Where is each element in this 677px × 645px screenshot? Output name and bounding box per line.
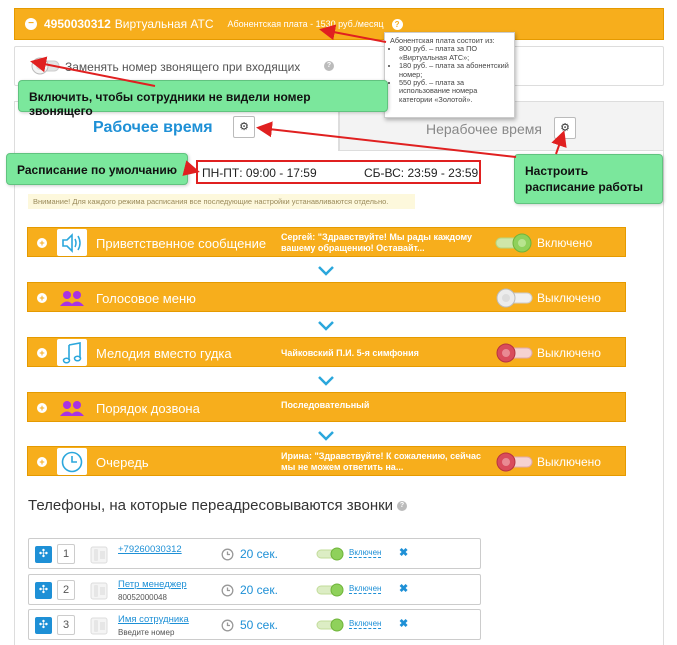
move-icon[interactable]: ✣ bbox=[35, 617, 52, 634]
phone-number: 80052000048 bbox=[118, 593, 167, 602]
option-title: Приветственное сообщение bbox=[96, 236, 267, 251]
hide-caller-toggle[interactable] bbox=[31, 57, 61, 78]
annotation-hide-number: Включить, чтобы сотрудники не видели ном… bbox=[18, 80, 388, 118]
users-icon bbox=[57, 394, 87, 421]
phone-name-link[interactable]: +79260030312 bbox=[118, 544, 182, 555]
timeout-clock-icon bbox=[221, 548, 234, 564]
option-voice-menu[interactable]: + Голосовое меню Выключено bbox=[27, 282, 626, 312]
users-icon bbox=[57, 284, 87, 311]
move-icon[interactable]: ✣ bbox=[35, 582, 52, 599]
phone-row: ✣ 2 Петр менеджер 80052000048 20 сек. Вк… bbox=[28, 574, 481, 605]
tab-work-time-label: Рабочее время bbox=[93, 119, 213, 136]
delete-icon[interactable]: ✖ bbox=[399, 617, 408, 630]
expand-icon[interactable]: + bbox=[37, 403, 47, 413]
chevron-down-icon bbox=[318, 321, 334, 331]
phone-name-link[interactable]: Имя сотрудника bbox=[118, 614, 189, 625]
service-name: Виртуальная АТС bbox=[114, 17, 214, 31]
chevron-down-icon bbox=[318, 376, 334, 386]
option-state: Выключено bbox=[537, 455, 601, 469]
service-number: 4950030312 bbox=[44, 17, 111, 31]
order-number[interactable]: 1 bbox=[57, 544, 75, 564]
option-toggle[interactable] bbox=[494, 288, 534, 311]
move-icon[interactable]: ✣ bbox=[35, 546, 52, 563]
phone-row: ✣ 3 Имя сотрудника Введите номер 50 сек.… bbox=[28, 609, 481, 640]
delete-icon[interactable]: ✖ bbox=[399, 546, 408, 559]
option-toggle[interactable] bbox=[494, 343, 534, 366]
option-title: Порядок дозвона bbox=[96, 401, 200, 416]
collapse-icon[interactable]: − bbox=[25, 18, 37, 30]
option-desc: Последовательный bbox=[281, 400, 370, 410]
phone-state[interactable]: Включен bbox=[349, 548, 382, 558]
service-header[interactable]: − 4950030312 Виртуальная АТС Абонентская… bbox=[14, 8, 664, 40]
hide-caller-label: Заменять номер звонящего при входящих bbox=[65, 60, 301, 74]
phone-row: ✣ 1 +79260030312 20 сек. Включен ✖ bbox=[28, 538, 481, 569]
music-note-icon bbox=[57, 339, 87, 366]
hide-caller-help-icon[interactable]: ? bbox=[324, 61, 334, 71]
timeout-clock-icon bbox=[221, 619, 234, 635]
tooltip-item: 180 руб. – плата за абонентский номер; bbox=[399, 62, 509, 79]
expand-icon[interactable]: + bbox=[37, 457, 47, 467]
option-desc: Чайковский П.И. 5-я симфония bbox=[281, 348, 419, 358]
option-state: Включено bbox=[537, 236, 593, 250]
option-desc: Сергей: "Здравствуйте! Мы рады каждому в… bbox=[281, 232, 472, 253]
annotation-default-schedule: Расписание по умолчанию bbox=[6, 153, 188, 185]
schedule-weekend: СБ-ВС: 23:59 - 23:59 bbox=[364, 166, 479, 180]
expand-icon[interactable]: + bbox=[37, 293, 47, 303]
clock-icon bbox=[57, 448, 87, 475]
phones-help-icon[interactable]: ? bbox=[397, 501, 408, 512]
schedule-summary: ПН-ПТ: 09:00 - 17:59 СБ-ВС: 23:59 - 23:5… bbox=[196, 160, 481, 184]
timeout-value[interactable]: 20 сек. bbox=[240, 583, 278, 597]
phone-state[interactable]: Включен bbox=[349, 584, 382, 594]
schedule-weekdays: ПН-ПТ: 09:00 - 17:59 bbox=[202, 166, 317, 180]
timeout-value[interactable]: 50 сек. bbox=[240, 618, 278, 632]
annotation-configure-schedule: Настроить расписание работы bbox=[514, 154, 663, 204]
chevron-down-icon bbox=[318, 431, 334, 441]
tooltip-item: 800 руб. – плата за ПО «Виртуальная АТС»… bbox=[399, 45, 509, 62]
phones-section-title: Телефоны, на которые переадресовываются … bbox=[28, 497, 408, 514]
warning-note: Внимание! Для каждого режима расписания … bbox=[28, 194, 415, 209]
option-dial-order[interactable]: + Порядок дозвона Последовательный bbox=[27, 392, 626, 422]
order-number[interactable]: 3 bbox=[57, 615, 75, 635]
option-state: Выключено bbox=[537, 346, 601, 360]
chevron-down-icon bbox=[318, 266, 334, 276]
option-title: Голосовое меню bbox=[96, 291, 196, 306]
order-number[interactable]: 2 bbox=[57, 580, 75, 600]
option-ringback-melody[interactable]: + Мелодия вместо гудка Чайковский П.И. 5… bbox=[27, 337, 626, 367]
phone-icon bbox=[89, 616, 109, 639]
expand-icon[interactable]: + bbox=[37, 238, 47, 248]
option-desc: Ирина: "Здравствуйте! К сожалению, сейча… bbox=[281, 451, 481, 472]
phone-toggle[interactable] bbox=[316, 547, 346, 564]
phone-toggle[interactable] bbox=[316, 618, 346, 635]
tooltip-item: 550 руб. – плата за использование номера… bbox=[399, 78, 509, 104]
phones-title-text: Телефоны, на которые переадресовываются … bbox=[28, 497, 394, 514]
fee-tooltip: Абонентская плата состоит из: 800 руб. –… bbox=[384, 32, 515, 118]
option-title: Мелодия вместо гудка bbox=[96, 346, 232, 361]
timeout-value[interactable]: 20 сек. bbox=[240, 547, 278, 561]
phone-name-link[interactable]: Петр менеджер bbox=[118, 579, 187, 590]
timeout-clock-icon bbox=[221, 584, 234, 600]
option-toggle[interactable] bbox=[494, 452, 534, 475]
phone-number-hint: Введите номер bbox=[118, 628, 175, 637]
option-greeting[interactable]: + Приветственное сообщение Сергей: "Здра… bbox=[27, 227, 626, 257]
expand-icon[interactable]: + bbox=[37, 348, 47, 358]
fee-help-icon[interactable]: ? bbox=[391, 18, 403, 30]
option-queue[interactable]: + Очередь Ирина: "Здравствуйте! К сожале… bbox=[27, 446, 626, 476]
work-schedule-gear-icon[interactable]: ⚙ bbox=[233, 116, 255, 138]
phone-state[interactable]: Включен bbox=[349, 619, 382, 629]
option-title: Очередь bbox=[96, 455, 149, 470]
option-toggle[interactable] bbox=[494, 233, 534, 256]
delete-icon[interactable]: ✖ bbox=[399, 582, 408, 595]
tab-off-time-label: Нерабочее время bbox=[426, 121, 542, 137]
off-schedule-gear-icon[interactable]: ⚙ bbox=[554, 117, 576, 139]
phone-toggle[interactable] bbox=[316, 583, 346, 600]
phone-icon bbox=[89, 581, 109, 604]
speaker-icon bbox=[57, 229, 87, 256]
subscription-fee: Абонентская плата - 1530 руб./месяц bbox=[227, 19, 384, 29]
phone-icon bbox=[89, 545, 109, 568]
option-state: Выключено bbox=[537, 291, 601, 305]
